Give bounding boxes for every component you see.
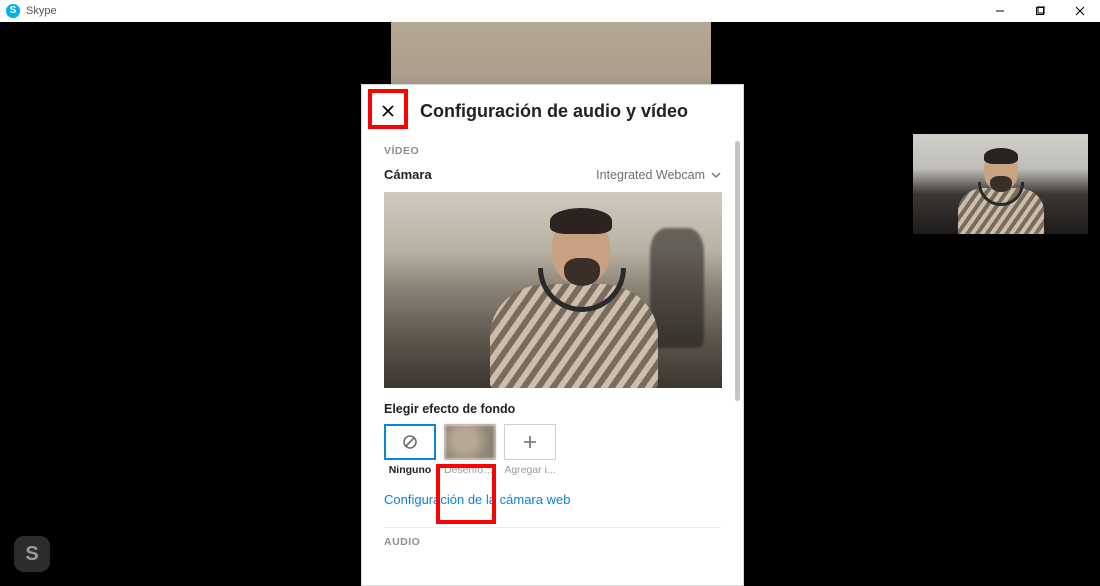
audio-section-label: AUDIO xyxy=(384,536,721,548)
dialog-title: Configuración de audio y vídeo xyxy=(420,101,688,122)
close-dialog-button[interactable] xyxy=(374,97,402,125)
maximize-button[interactable] xyxy=(1020,0,1060,22)
minimize-button[interactable] xyxy=(980,0,1020,22)
call-stage: S Configuración de audio y vídeo VÍDEO C… xyxy=(0,22,1100,586)
pip-person xyxy=(948,146,1048,234)
window-titlebar: S Skype xyxy=(0,0,1100,22)
skype-logo-icon: S xyxy=(6,4,20,18)
effect-add-caption: Agregar i... xyxy=(504,464,556,476)
chevron-down-icon xyxy=(711,170,721,180)
camera-row: Cámara Integrated Webcam xyxy=(384,167,721,182)
skype-dock-icon[interactable]: S xyxy=(14,536,50,572)
video-section-label: VÍDEO xyxy=(384,145,721,157)
self-view-pip[interactable] xyxy=(913,134,1088,234)
camera-device-dropdown[interactable]: Integrated Webcam xyxy=(596,168,721,182)
camera-device-value: Integrated Webcam xyxy=(596,168,705,182)
effect-add-tile[interactable] xyxy=(504,424,556,460)
background-effects-row: Ninguno Desenfoq... Agregar i... xyxy=(384,424,721,476)
window-controls xyxy=(980,0,1100,22)
window-title: Skype xyxy=(26,5,57,17)
dialog-scrollbar-thumb[interactable] xyxy=(735,141,740,401)
blur-thumb-icon xyxy=(445,425,495,459)
effect-none-tile[interactable] xyxy=(384,424,436,460)
skype-dock-glyph: S xyxy=(25,543,38,566)
section-separator xyxy=(384,527,721,528)
effect-blur-caption: Desenfoq... xyxy=(444,464,496,476)
av-settings-dialog: Configuración de audio y vídeo VÍDEO Cám… xyxy=(361,84,744,586)
dialog-header: Configuración de audio y vídeo xyxy=(362,85,743,137)
effect-blur-tile[interactable] xyxy=(444,424,496,460)
none-icon xyxy=(402,434,418,450)
background-effect-heading: Elegir efecto de fondo xyxy=(384,402,721,416)
camera-label: Cámara xyxy=(384,167,432,182)
camera-preview xyxy=(384,192,722,388)
plus-icon xyxy=(522,434,538,450)
effect-none-caption: Ninguno xyxy=(384,464,436,476)
webcam-settings-link[interactable]: Configuración de la cámara web xyxy=(384,492,570,507)
dialog-body: VÍDEO Cámara Integrated Webcam Elegir ef… xyxy=(362,137,743,585)
close-icon xyxy=(381,104,395,118)
close-window-button[interactable] xyxy=(1060,0,1100,22)
